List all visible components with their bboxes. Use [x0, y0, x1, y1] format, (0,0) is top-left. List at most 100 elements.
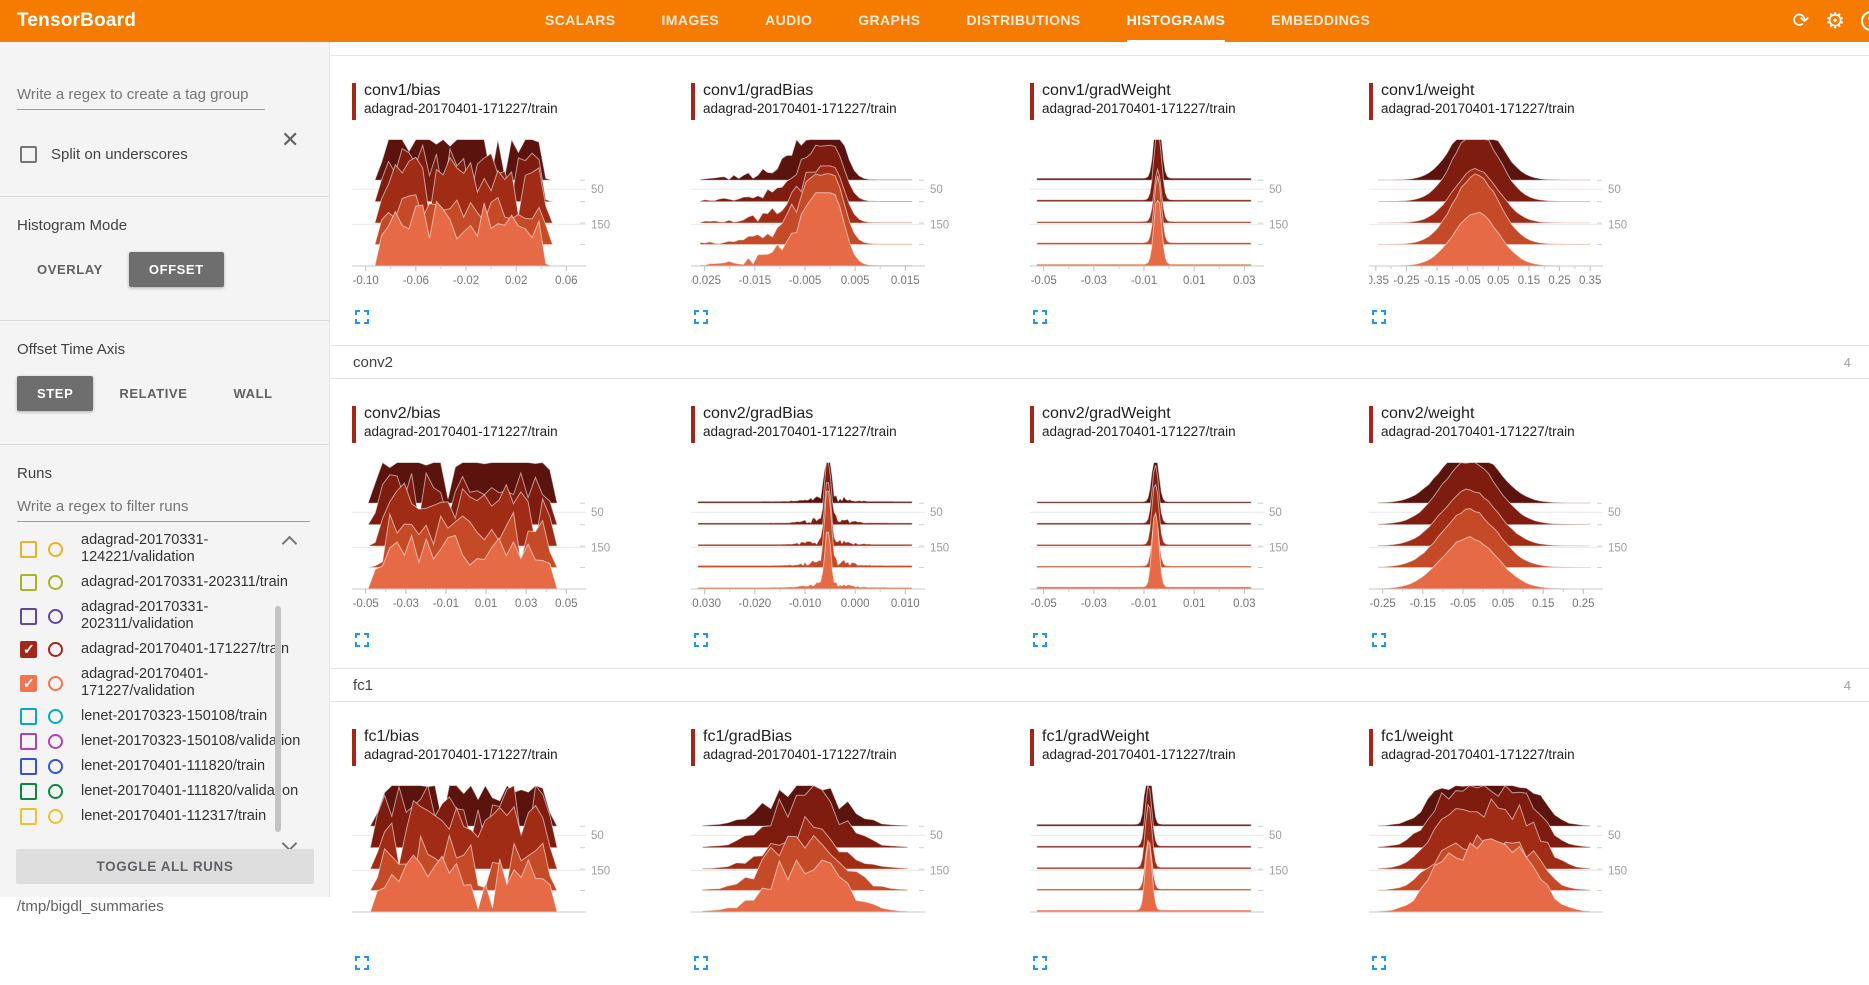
- x-axis-tick-label: -0.05: [1031, 275, 1057, 287]
- histogram-chart[interactable]: 50150-0.05-0.03-0.010.010.030.05: [352, 461, 652, 619]
- histogram-chart[interactable]: 50150-0.05-0.03-0.010.010.03: [1030, 461, 1330, 619]
- run-checkbox[interactable]: [20, 808, 37, 825]
- histogram-chart[interactable]: 50150: [1030, 784, 1330, 942]
- runs-label: Runs: [17, 465, 329, 482]
- offset-time-axis-buttons: STEPRELATIVEWALL: [17, 376, 329, 411]
- histogram-chart[interactable]: 50150: [1369, 784, 1669, 942]
- runs-filter-input[interactable]: [17, 494, 310, 522]
- run-row[interactable]: adagrad-20170331-124221/validation: [0, 528, 329, 570]
- run-checkbox[interactable]: [20, 733, 37, 750]
- card-title: conv2/gradBias: [703, 405, 897, 423]
- expand-fullscreen-icon[interactable]: [693, 309, 709, 325]
- section-header-fc1[interactable]: fc14: [330, 668, 1869, 702]
- run-color-ring-icon[interactable]: [48, 709, 63, 724]
- tab-distributions[interactable]: DISTRIBUTIONS: [967, 0, 1081, 42]
- settings-gear-icon[interactable]: ⚙: [1825, 11, 1845, 31]
- run-accent-bar: [1030, 729, 1034, 766]
- expand-fullscreen-icon[interactable]: [693, 632, 709, 648]
- run-accent-bar: [1369, 406, 1373, 443]
- run-name: adagrad-20170331-202311/train: [81, 574, 319, 591]
- section-title: fc1: [353, 677, 373, 694]
- histogram-mode-offset-button[interactable]: OFFSET: [129, 252, 224, 287]
- expand-fullscreen-icon[interactable]: [1371, 309, 1387, 325]
- run-accent-bar: [1030, 406, 1034, 443]
- runs-scrollbar[interactable]: [275, 606, 281, 832]
- histogram-chart[interactable]: 50150-0.030-0.020-0.0100.0000.010: [691, 461, 991, 619]
- card-run-name: adagrad-20170401-171227/train: [1042, 423, 1236, 440]
- scroll-up-chevron-icon[interactable]: [283, 534, 295, 546]
- cards-row-conv1: conv1/biasadagrad-20170401-171227/train5…: [330, 55, 1869, 339]
- expand-fullscreen-icon[interactable]: [1371, 955, 1387, 971]
- x-axis-tick-label: -0.06: [403, 275, 429, 287]
- refresh-icon[interactable]: ⟳: [1793, 11, 1810, 31]
- card-title: fc1/gradBias: [703, 728, 897, 746]
- section-header-conv2[interactable]: conv24: [330, 345, 1869, 379]
- run-name: lenet-20170401-111820/validation: [81, 783, 319, 800]
- run-color-ring-icon[interactable]: [48, 575, 63, 590]
- run-checkbox[interactable]: ✓: [20, 675, 37, 692]
- checkbox-icon[interactable]: [20, 146, 37, 163]
- expand-fullscreen-icon[interactable]: [354, 955, 370, 971]
- expand-fullscreen-icon[interactable]: [354, 309, 370, 325]
- tag-filter-input[interactable]: [17, 82, 265, 110]
- histogram-chart[interactable]: 50150-0.05-0.03-0.010.010.03: [1030, 138, 1330, 296]
- toggle-all-runs-button[interactable]: TOGGLE ALL RUNS: [16, 849, 314, 884]
- expand-fullscreen-icon[interactable]: [1032, 309, 1048, 325]
- x-axis-tick-label: 0.03: [515, 598, 537, 610]
- run-checkbox[interactable]: [20, 708, 37, 725]
- offset-time-axis-relative-button[interactable]: RELATIVE: [99, 376, 207, 411]
- run-color-ring-icon[interactable]: [48, 759, 63, 774]
- help-icon[interactable]: ?: [1861, 11, 1869, 31]
- y-axis-tick-label: 150: [930, 219, 949, 231]
- run-color-ring-icon[interactable]: [48, 784, 63, 799]
- tab-images[interactable]: IMAGES: [661, 0, 719, 42]
- offset-time-axis-wall-button[interactable]: WALL: [213, 376, 292, 411]
- card-run-name: adagrad-20170401-171227/train: [1381, 746, 1575, 763]
- tab-embeddings[interactable]: EMBEDDINGS: [1271, 0, 1370, 42]
- y-axis-tick-label: 150: [1608, 219, 1627, 231]
- run-row[interactable]: adagrad-20170331-202311/train: [0, 570, 329, 595]
- expand-fullscreen-icon[interactable]: [354, 632, 370, 648]
- histogram-chart[interactable]: 50150-0.10-0.06-0.020.020.06: [352, 138, 652, 296]
- expand-fullscreen-icon[interactable]: [1371, 632, 1387, 648]
- run-checkbox[interactable]: [20, 574, 37, 591]
- run-name: adagrad-20170401-171227/train: [81, 641, 319, 658]
- histogram-chart[interactable]: 50150-0.25-0.15-0.050.050.150.25: [1369, 461, 1669, 619]
- run-color-ring-icon[interactable]: [48, 609, 63, 624]
- y-axis-tick-label: 150: [930, 542, 949, 554]
- y-axis-tick-label: 50: [1269, 184, 1282, 196]
- run-checkbox[interactable]: [20, 541, 37, 558]
- tab-scalars[interactable]: SCALARS: [545, 0, 615, 42]
- run-accent-bar: [691, 83, 695, 120]
- runs-list: adagrad-20170331-124221/validation adagra…: [0, 528, 329, 858]
- histogram-card: conv2/biasadagrad-20170401-171227/train5…: [352, 379, 691, 648]
- run-color-ring-icon[interactable]: [48, 642, 63, 657]
- run-checkbox[interactable]: ✓: [20, 641, 37, 658]
- histogram-chart[interactable]: 50150-0.35-0.25-0.15-0.050.050.150.250.3…: [1369, 138, 1669, 296]
- run-checkbox[interactable]: [20, 608, 37, 625]
- clear-tag-filter-icon[interactable]: ✕: [281, 130, 299, 150]
- run-color-ring-icon[interactable]: [48, 542, 63, 557]
- run-checkbox[interactable]: [20, 758, 37, 775]
- tab-histograms[interactable]: HISTOGRAMS: [1127, 0, 1226, 42]
- expand-fullscreen-icon[interactable]: [1032, 632, 1048, 648]
- x-axis-tick-label: 0.005: [841, 275, 870, 287]
- expand-fullscreen-icon[interactable]: [693, 955, 709, 971]
- expand-fullscreen-icon[interactable]: [1032, 955, 1048, 971]
- histogram-chart[interactable]: 50150: [691, 784, 991, 942]
- chart-area: 50150-0.35-0.25-0.15-0.050.050.150.250.3…: [1369, 138, 1708, 301]
- tab-audio[interactable]: AUDIO: [765, 0, 812, 42]
- chart-area: 50150-0.25-0.15-0.050.050.150.25: [1369, 461, 1708, 624]
- run-color-ring-icon[interactable]: [48, 734, 63, 749]
- histogram-chart[interactable]: 50150: [352, 784, 652, 942]
- chart-area: 50150: [691, 784, 1030, 947]
- histogram-card: conv2/weightadagrad-20170401-171227/trai…: [1369, 379, 1708, 648]
- tab-graphs[interactable]: GRAPHS: [858, 0, 920, 42]
- run-color-ring-icon[interactable]: [48, 676, 63, 691]
- histogram-mode-overlay-button[interactable]: OVERLAY: [17, 252, 123, 287]
- run-checkbox[interactable]: [20, 783, 37, 800]
- run-color-ring-icon[interactable]: [48, 809, 63, 824]
- offset-time-axis-step-button[interactable]: STEP: [17, 376, 93, 411]
- card-run-name: adagrad-20170401-171227/train: [703, 746, 897, 763]
- histogram-chart[interactable]: 50150-0.025-0.015-0.0050.0050.015: [691, 138, 991, 296]
